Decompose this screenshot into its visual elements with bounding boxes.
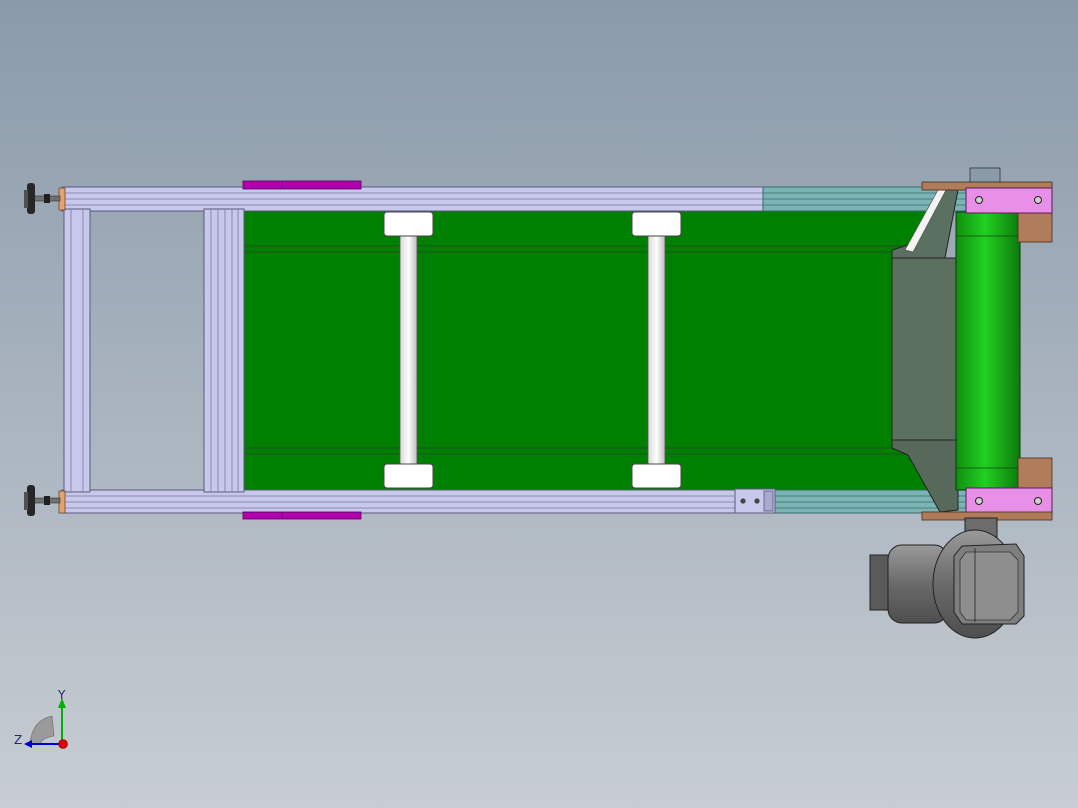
mounting-bracket-top[interactable] [242,180,362,190]
mounting-bracket-bottom[interactable] [242,511,362,520]
conveyor-top-view: Y Z [0,0,1078,808]
drive-drum[interactable] [955,211,1021,491]
conveyor-belt[interactable] [242,209,944,491]
cad-viewport[interactable]: Y Z [0,0,1078,808]
y-axis-label: Y [57,688,66,702]
z-axis-label: Z [14,733,22,747]
rail-connector[interactable] [734,488,776,514]
